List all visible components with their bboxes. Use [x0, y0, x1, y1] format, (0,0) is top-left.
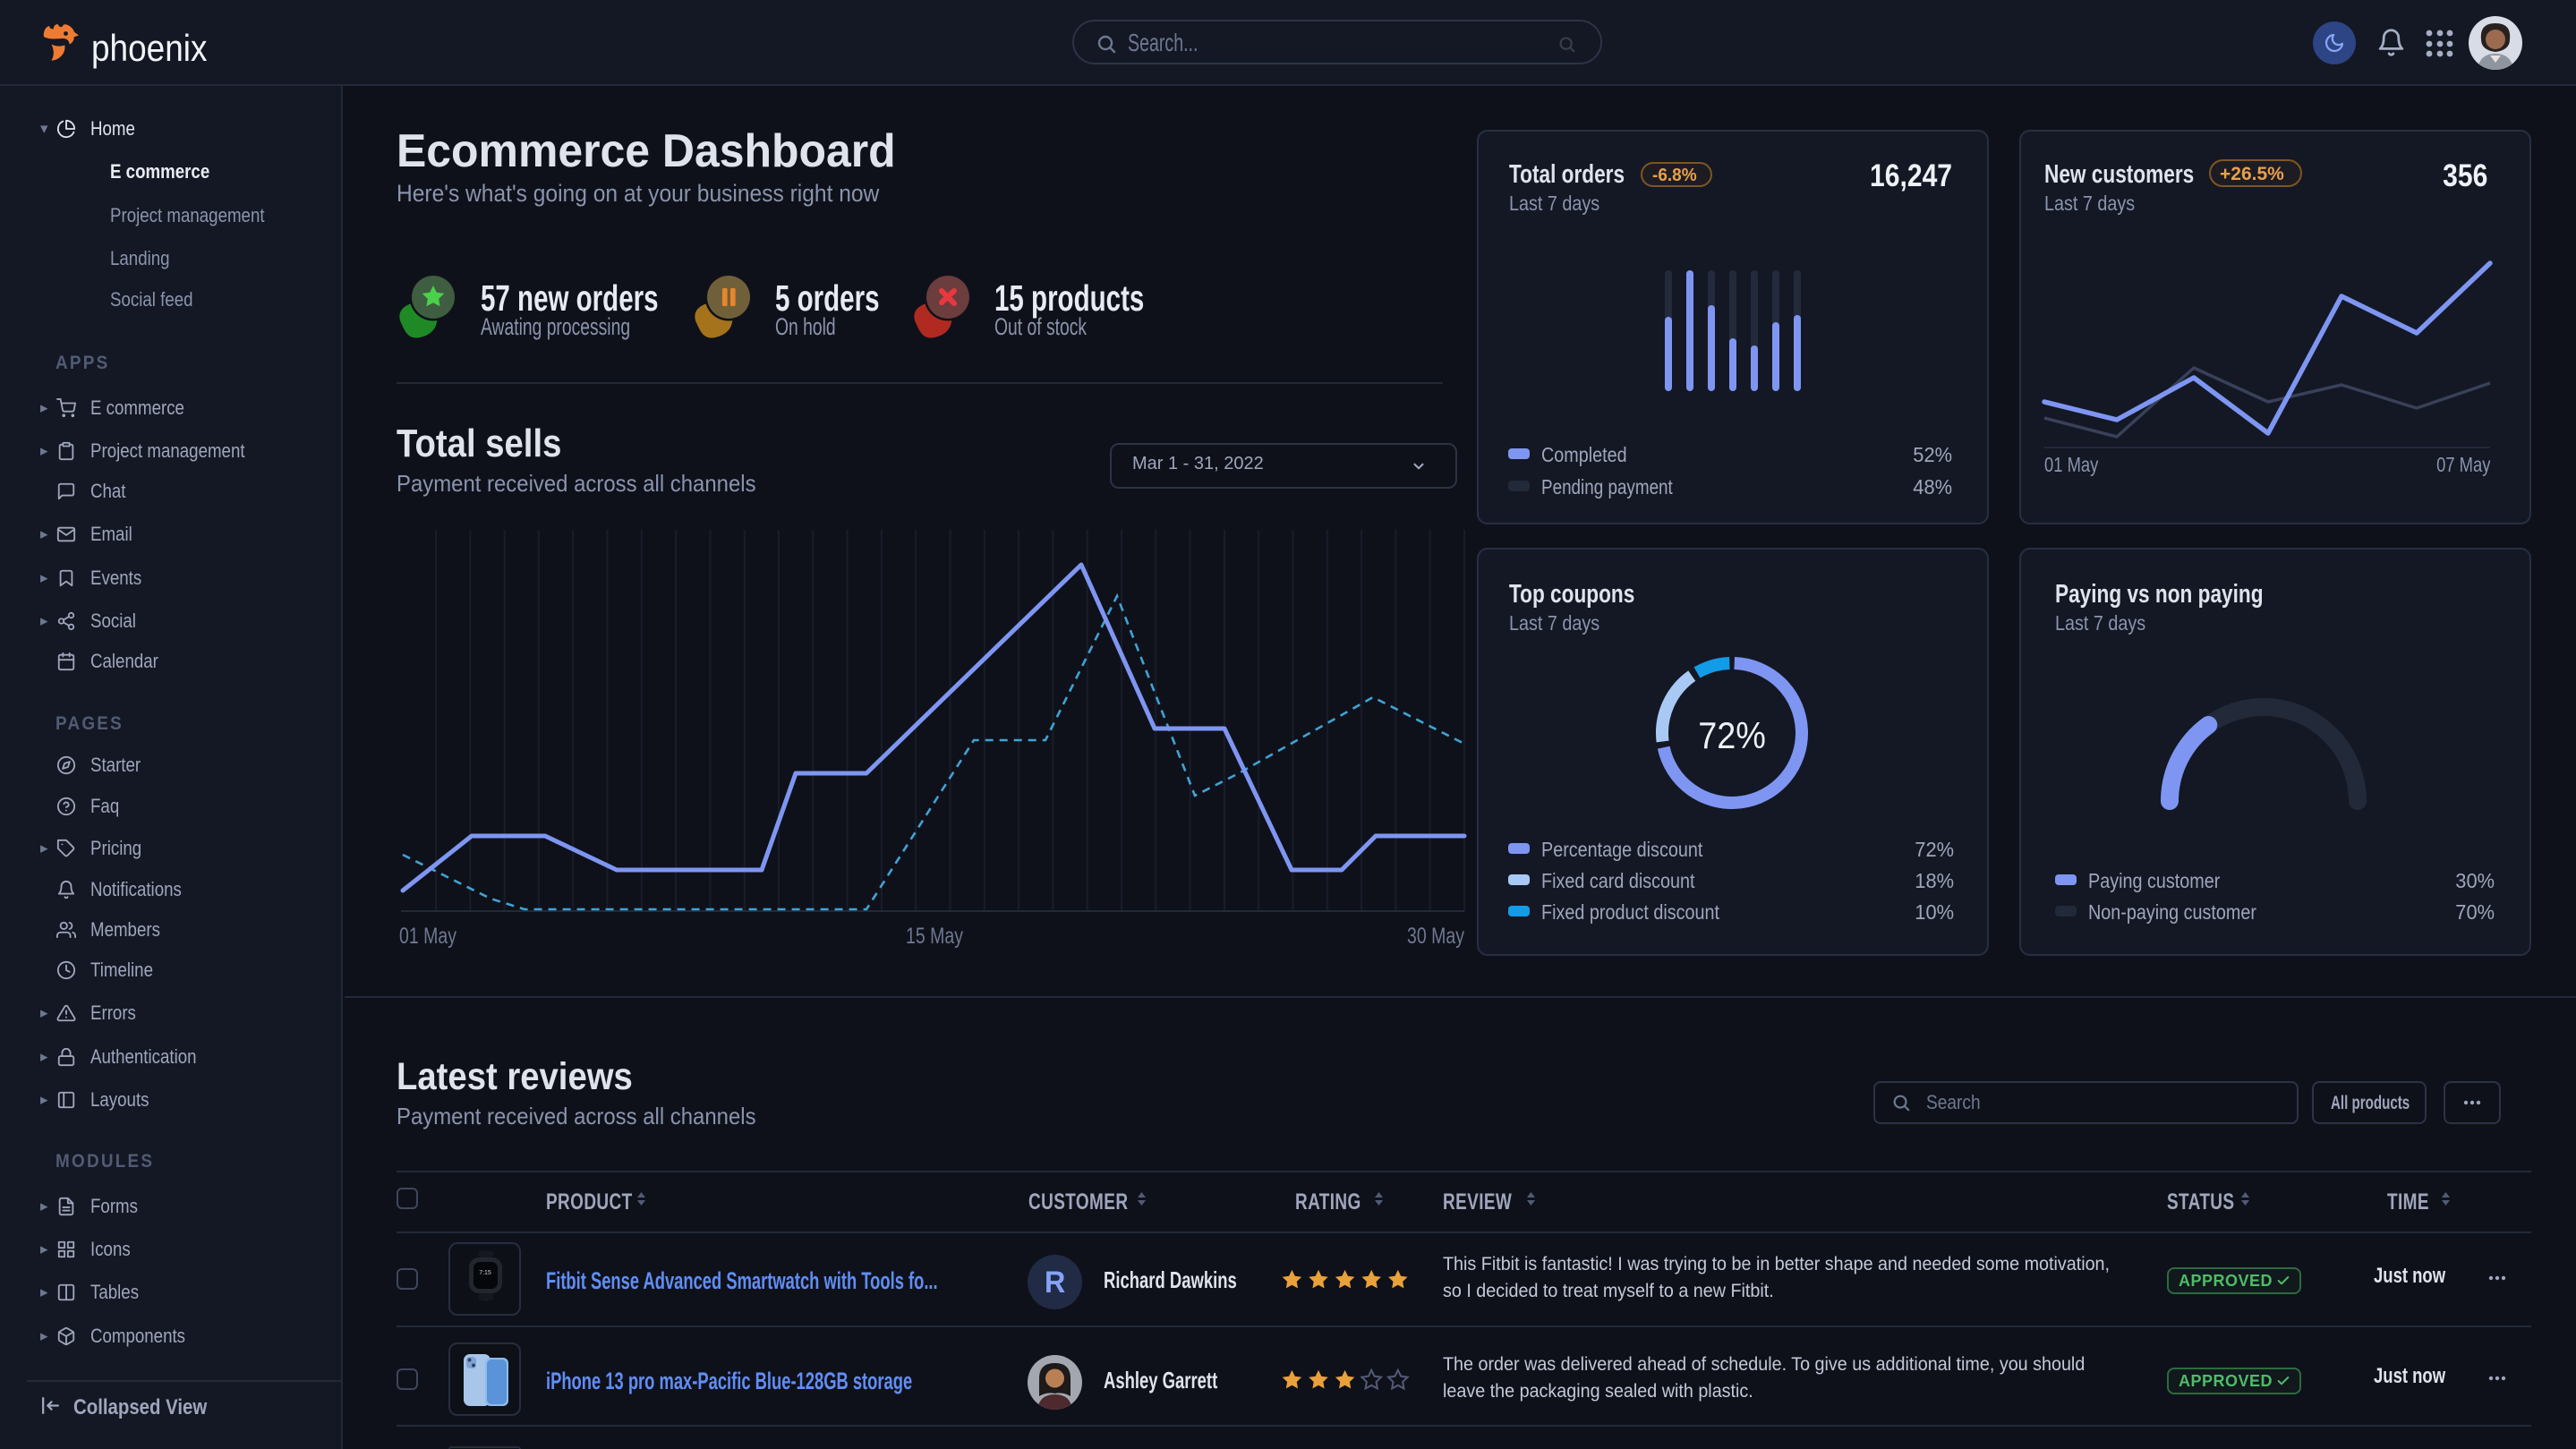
svg-text:7:15: 7:15 — [479, 1270, 491, 1276]
